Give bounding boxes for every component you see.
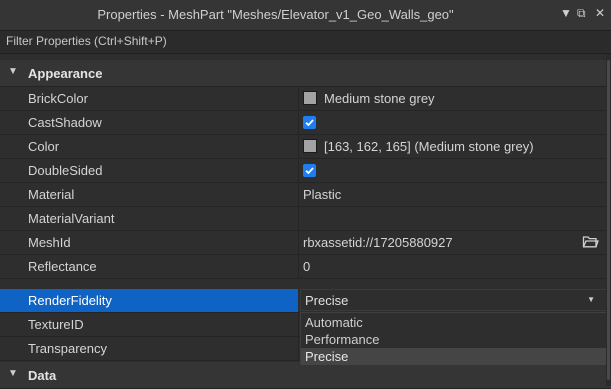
title-bar: Properties - MeshPart "Meshes/Elevator_v… [0,0,611,31]
filter-bar [0,31,611,54]
color-swatch[interactable] [303,139,317,153]
chevron-down-icon[interactable]: ▼ [560,6,572,20]
property-name: Reflectance [28,259,97,274]
option-label: Performance [305,332,380,347]
window-title: Properties - MeshPart "Meshes/Elevator_v… [97,7,454,22]
column-divider [298,207,299,230]
column-divider [298,255,299,278]
property-row-material[interactable]: Material Plastic [0,183,611,207]
property-row-meshid[interactable]: MeshId rbxassetid://17205880927 [0,231,611,255]
property-row-reflectance[interactable]: Reflectance 0 [0,255,611,279]
property-value [303,163,611,179]
property-row-materialvariant[interactable]: MaterialVariant [0,207,611,231]
property-value[interactable]: Medium stone grey [303,91,611,106]
property-name: MeshId [28,235,71,250]
reflectance-value[interactable]: 0 [303,259,611,274]
color-swatch[interactable] [303,91,317,105]
meshid-value[interactable]: rbxassetid://17205880927 [303,235,611,250]
color-value: [163, 162, 165] (Medium stone grey) [324,139,534,154]
column-divider [298,135,299,158]
section-appearance[interactable]: ▼ Appearance [0,60,611,87]
option-label: Precise [305,349,349,364]
property-name: BrickColor [28,91,88,106]
property-name: CastShadow [28,115,102,130]
column-divider [298,313,299,336]
option-label: Automatic [305,315,363,330]
column-divider [298,231,299,254]
property-row-brickcolor[interactable]: BrickColor Medium stone grey [0,87,611,111]
option-automatic[interactable]: Automatic [301,314,607,331]
property-row-doublesided[interactable]: DoubleSided [0,159,611,183]
column-divider [298,111,299,134]
scrollbar-thumb[interactable] [607,60,610,380]
property-row-castshadow[interactable]: CastShadow [0,111,611,135]
column-divider [298,337,299,360]
checkmark-icon [305,167,314,175]
close-icon[interactable]: ✕ [595,6,605,20]
property-name: MaterialVariant [28,211,115,226]
caret-down-icon[interactable]: ▼ [8,66,18,77]
renderfidelity-select[interactable]: Precise ▼ [300,289,608,311]
brickcolor-value: Medium stone grey [324,91,435,106]
chevron-down-icon[interactable]: ▼ [587,295,595,304]
property-value [303,115,611,131]
column-divider [298,159,299,182]
checkmark-icon [305,119,314,127]
restore-icon[interactable]: ⧉ [577,6,586,21]
select-value: Precise [305,293,349,308]
property-name: Color [28,139,60,154]
property-name: DoubleSided [28,163,103,178]
option-performance[interactable]: Performance [301,331,607,348]
property-row-color[interactable]: Color [163, 162, 165] (Medium stone grey… [0,135,611,159]
material-value[interactable]: Plastic [303,187,611,202]
renderfidelity-dropdown: Automatic Performance Precise [300,312,608,365]
option-precise[interactable]: Precise [301,348,607,365]
property-value[interactable]: [163, 162, 165] (Medium stone grey) [303,139,611,154]
property-name: Transparency [28,341,107,356]
folder-icon[interactable] [582,234,599,249]
doublesided-checkbox[interactable] [303,164,316,177]
property-name: RenderFidelity [28,293,112,308]
property-name: TextureID [28,317,84,332]
filter-properties-input[interactable] [0,31,606,51]
property-name: Material [28,187,75,202]
section-label: Appearance [28,66,103,81]
section-data[interactable]: ▼ Data [0,362,611,389]
column-divider [298,87,299,110]
castshadow-checkbox[interactable] [303,116,316,129]
section-label: Data [28,368,57,383]
column-divider [298,183,299,206]
caret-down-icon[interactable]: ▼ [8,368,18,379]
